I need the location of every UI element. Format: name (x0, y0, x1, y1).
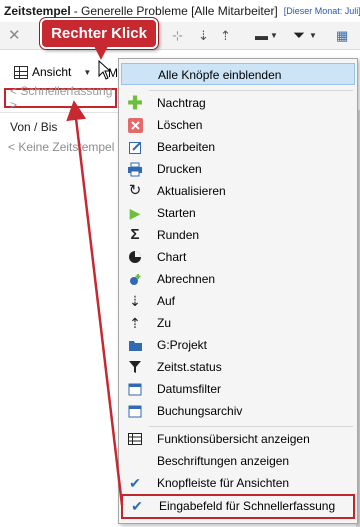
grid-empty-text: < Keine Zeitstempel > (8, 140, 120, 154)
filter-icon[interactable]: ⏷ (293, 28, 305, 44)
menu-item-aktualisieren[interactable]: ↻ Aktualisieren (121, 180, 355, 202)
sort-up-icon: ⇣ (129, 293, 141, 309)
menu-item-label: Alle Knöpfe einblenden (158, 68, 282, 82)
plus-icon: ✚ (127, 93, 143, 113)
filter-icon (127, 359, 143, 375)
table-icon (127, 431, 143, 447)
callout-text: Rechter Klick (51, 25, 147, 42)
month-info: [Dieser Monat: Juli] (283, 6, 360, 16)
menu-item-label: Buchungsarchiv (157, 404, 243, 418)
menu-item-label: Starten (157, 206, 196, 220)
menu-item-label: Auf (157, 294, 176, 308)
edit-icon (127, 139, 143, 155)
menu-item-label: Zu (157, 316, 172, 330)
grid-icon (14, 65, 28, 79)
menu-item-starten[interactable]: ▶ Starten (121, 202, 355, 224)
quick-entry-placeholder: < Schnellerfassung > (10, 84, 113, 112)
printer-icon (127, 161, 143, 177)
menu-item-bearbeiten[interactable]: Bearbeiten (121, 136, 355, 158)
menu-item-drucken[interactable]: Drucken (121, 158, 355, 180)
menu-item-datumsfilter[interactable]: Datumsfilter (121, 378, 355, 400)
menu-item-label: Runden (157, 228, 200, 242)
window-title: Zeitstempel (4, 4, 71, 18)
chevron-down-icon[interactable]: ▼ (270, 28, 278, 44)
menu-item-function-overview[interactable]: Funktionsübersicht anzeigen (121, 428, 355, 450)
add-icon[interactable]: ⊹ (172, 28, 183, 44)
archive-icon (127, 403, 143, 419)
menu-item-label: Bearbeiten (157, 140, 216, 154)
menu-item-buchungsarchiv[interactable]: Buchungsarchiv (121, 400, 355, 422)
view-button-label: Ansicht (32, 65, 72, 79)
view-button[interactable]: Ansicht ▼ (14, 62, 91, 82)
menu-item-runden[interactable]: Σ Runden (121, 224, 355, 246)
menu-item-label: Datumsfilter (157, 382, 222, 396)
quick-entry-field[interactable]: < Schnellerfassung > (4, 84, 117, 112)
menu-item-label: Zeitst.status (157, 360, 222, 374)
menu-item-g-projekt[interactable]: G:Projekt (121, 334, 355, 356)
menu-item-label: Nachtrag (157, 96, 206, 110)
annotation-arrow (66, 100, 124, 506)
window-subtitle: - Generelle Probleme [Alle Mitarbeiter] (73, 4, 278, 18)
menu-item-view-button-bar[interactable]: ✔ Knopfleiste für Ansichten (121, 472, 355, 494)
play-icon: ▶ (129, 205, 141, 221)
menu-item-label: Beschriftungen anzeigen (157, 454, 290, 468)
delete-icon (127, 117, 143, 133)
sort-desc-icon[interactable]: ⇡ (220, 28, 231, 44)
folder-icon[interactable]: ▬ (255, 28, 268, 44)
menu-item-auf[interactable]: ⇣ Auf (121, 290, 355, 312)
menu-item-show-all-buttons[interactable]: Alle Knöpfe einblenden (121, 63, 355, 85)
menu-item-abrechnen[interactable]: Abrechnen (121, 268, 355, 290)
menu-separator (149, 90, 353, 91)
folder-icon (127, 337, 143, 353)
mouse-cursor-icon (98, 60, 112, 80)
pie-chart-icon (127, 249, 143, 265)
menu-item-quick-entry-field[interactable]: ✔ Eingabefeld für Schnellerfassung (121, 494, 355, 519)
menu-item-chart[interactable]: Chart (121, 246, 355, 268)
callout-tail (94, 46, 108, 60)
menu-item-zu[interactable]: ⇡ Zu (121, 312, 355, 334)
chevron-down-icon[interactable]: ▼ (309, 28, 317, 44)
menu-item-label: Drucken (157, 162, 202, 176)
menu-item-label: Knopfleiste für Ansichten (157, 476, 290, 490)
app-window: Zeitstempel - Generelle Probleme [Alle M… (0, 0, 360, 527)
menu-item-label: Eingabefeld für Schnellerfassung (159, 499, 336, 513)
menu-item-show-labels[interactable]: Beschriftungen anzeigen (121, 450, 355, 472)
menu-item-label: Löschen (157, 118, 203, 132)
calendar-icon[interactable]: ▦ (336, 28, 348, 44)
annotation-callout: Rechter Klick (40, 18, 158, 49)
billing-icon (127, 271, 143, 287)
sort-asc-icon[interactable]: ⇣ (198, 28, 209, 44)
chevron-down-icon: ▼ (83, 67, 92, 77)
close-icon[interactable]: ✕ (8, 28, 21, 44)
menu-item-zeitst-status[interactable]: Zeitst.status (121, 356, 355, 378)
check-icon: ✔ (129, 475, 141, 491)
menu-item-label: G:Projekt (157, 338, 208, 352)
sort-down-icon: ⇡ (129, 315, 141, 331)
context-menu: Alle Knöpfe einblenden ✚ Nachtrag Lösche… (118, 58, 358, 524)
menu-separator (149, 426, 353, 427)
menu-item-label: Chart (157, 250, 187, 264)
refresh-icon: ↻ (128, 182, 142, 199)
menu-item-label: Funktionsübersicht anzeigen (157, 432, 310, 446)
menu-item-label: Abrechnen (157, 272, 216, 286)
grid-column-header[interactable]: Von / Bis (0, 120, 120, 138)
menu-item-nachtrag[interactable]: ✚ Nachtrag (121, 92, 355, 114)
menu-item-loeschen[interactable]: Löschen (121, 114, 355, 136)
calendar-icon (127, 381, 143, 397)
check-icon: ✔ (131, 498, 143, 514)
sigma-icon: Σ (130, 226, 140, 243)
menu-item-label: Aktualisieren (157, 184, 226, 198)
